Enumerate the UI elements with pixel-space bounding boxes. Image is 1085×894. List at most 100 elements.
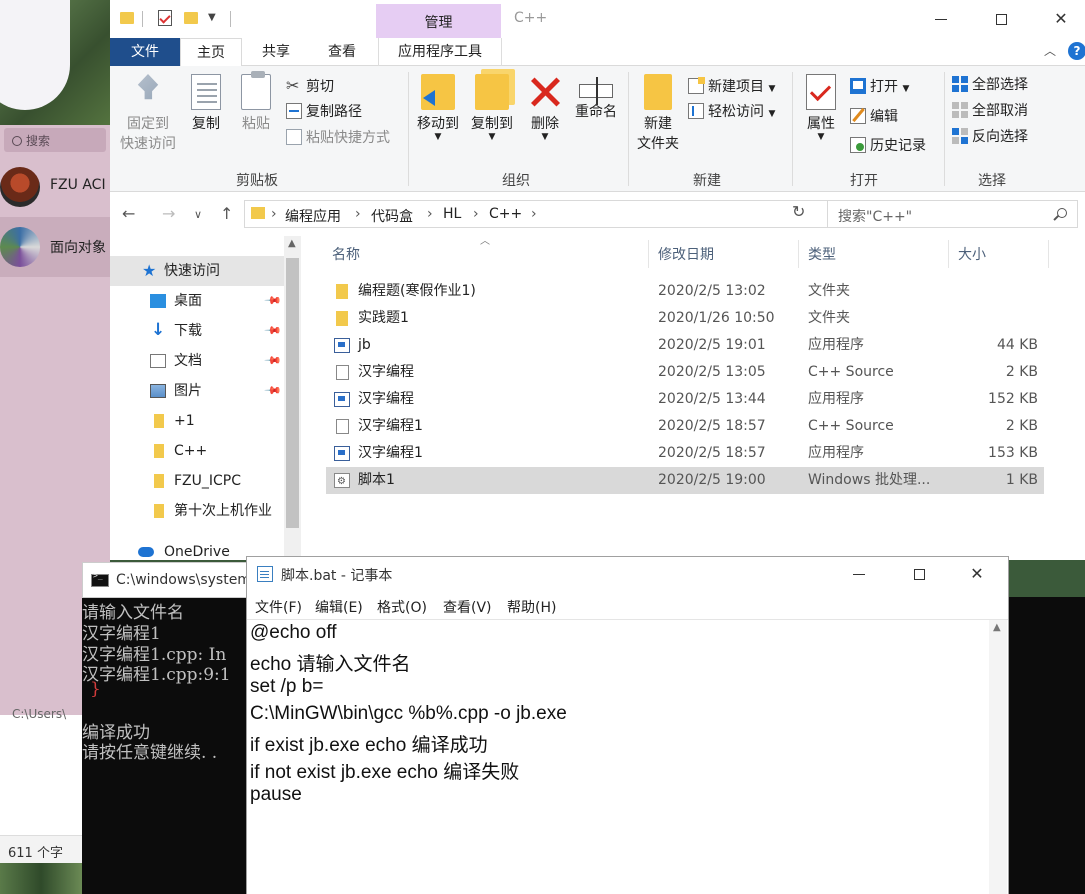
file-explorer-window: ▼ 管理 C++ ✕ 文件 主页 共享 查看 应用程序工具 ︿ ? 固定到 快速…: [110, 0, 1085, 560]
tab-share[interactable]: 共享: [250, 38, 302, 66]
tab-manage[interactable]: 管理: [376, 4, 501, 38]
tab-file[interactable]: 文件: [110, 38, 180, 66]
new-folder-icon[interactable]: [184, 12, 198, 24]
copy-path-button[interactable]: 复制路径: [286, 101, 362, 123]
quick-access-toolbar-dropdown[interactable]: ▼: [208, 12, 216, 30]
menu-view[interactable]: 查看(V): [443, 597, 492, 617]
nav-item-desktop[interactable]: 桌面 📌: [110, 286, 284, 316]
chat-contact[interactable]: 面向对象: [0, 217, 110, 277]
copy-button[interactable]: 复制: [186, 74, 226, 134]
up-button[interactable]: ↑: [220, 204, 233, 223]
easy-access-button[interactable]: 轻松访问 ▼: [688, 101, 775, 123]
pin-to-quick-access-button[interactable]: 固定到 快速访问: [116, 74, 180, 154]
menu-help[interactable]: 帮助(H): [507, 597, 556, 617]
edit-button[interactable]: 编辑: [850, 106, 898, 128]
delete-button[interactable]: 删除 ▼: [526, 74, 564, 142]
tab-home[interactable]: 主页: [180, 38, 242, 67]
menu-edit[interactable]: 编辑(E): [315, 597, 363, 617]
rename-button[interactable]: 重命名: [570, 74, 622, 122]
column-header-type[interactable]: 类型: [808, 242, 836, 268]
address-bar[interactable]: › 编程应用 › 代码盒 › HL › C++ › ∨: [244, 200, 919, 228]
recent-locations-button[interactable]: ∨: [194, 208, 202, 221]
tab-application-tools[interactable]: 应用程序工具: [378, 38, 502, 66]
minimize-button[interactable]: [839, 563, 879, 585]
maximize-button[interactable]: [899, 563, 939, 585]
cloud-icon: [138, 547, 154, 557]
copy-to-button[interactable]: 复制到 ▼: [466, 74, 518, 142]
breadcrumb-item[interactable]: 代码盒: [371, 206, 413, 226]
close-button[interactable]: ✕: [957, 563, 997, 585]
cpp-file-icon: [336, 419, 349, 434]
close-button[interactable]: ✕: [1038, 6, 1084, 32]
forward-button[interactable]: →: [162, 204, 175, 223]
text-line: set /p b=: [250, 676, 324, 697]
divider: [944, 72, 945, 186]
breadcrumb-item[interactable]: HL: [443, 206, 461, 222]
file-row[interactable]: 汉字编程 2020/2/5 13:44 应用程序 152 KB: [326, 386, 1044, 413]
scrollbar-thumb[interactable]: [286, 258, 299, 528]
history-button[interactable]: 历史记录: [850, 135, 926, 157]
cut-button[interactable]: 剪切: [286, 75, 334, 98]
paste-shortcut-button[interactable]: 粘贴快捷方式: [286, 127, 390, 149]
chevron-up-icon[interactable]: ▲: [288, 238, 296, 249]
navigation-scrollbar[interactable]: ▲: [284, 236, 301, 560]
close-icon: ✕: [1054, 9, 1068, 28]
open-button[interactable]: 打开 ▼: [850, 76, 909, 98]
maximize-button[interactable]: [978, 6, 1024, 32]
open-icon: [850, 78, 866, 94]
nav-item-pictures[interactable]: 图片 📌: [110, 376, 284, 406]
select-all-button[interactable]: 全部选择: [952, 74, 1028, 96]
file-row[interactable]: 汉字编程1 2020/2/5 18:57 应用程序 153 KB: [326, 440, 1044, 467]
copy-path-icon: [286, 103, 302, 119]
file-row[interactable]: 汉字编程1 2020/2/5 18:57 C++ Source 2 KB: [326, 413, 1044, 440]
tab-view[interactable]: 查看: [316, 38, 368, 66]
chevron-up-icon[interactable]: ︿: [1044, 42, 1056, 59]
column-header-name[interactable]: 名称: [332, 242, 360, 268]
paste-button[interactable]: 粘贴: [236, 71, 276, 134]
help-icon[interactable]: ?: [1068, 42, 1085, 60]
file-row[interactable]: 编程题(寒假作业1) 2020/2/5 13:02 文件夹: [326, 278, 1044, 305]
select-none-button[interactable]: 全部取消: [952, 100, 1028, 122]
batch-file-icon: [334, 468, 350, 495]
file-row[interactable]: jb 2020/2/5 19:01 应用程序 44 KB: [326, 332, 1044, 359]
search-icon: [12, 136, 22, 146]
file-row-selected[interactable]: 脚本1 2020/2/5 19:00 Windows 批处理... 1 KB: [326, 467, 1044, 495]
desktop-icon: [150, 294, 166, 308]
file-row[interactable]: 汉字编程 2020/2/5 13:05 C++ Source 2 KB: [326, 359, 1044, 386]
new-folder-button[interactable]: 新建 文件夹: [632, 74, 684, 154]
breadcrumb-separator-icon: ›: [355, 206, 361, 222]
properties-icon[interactable]: [158, 10, 172, 26]
paste-shortcut-icon: [286, 129, 302, 145]
nav-item-folder[interactable]: +1: [110, 406, 284, 436]
text-line: pause: [250, 784, 302, 805]
chevron-up-icon[interactable]: ▲: [993, 622, 1001, 633]
properties-button[interactable]: 属性 ▼: [798, 74, 844, 142]
nav-quick-access[interactable]: 快速访问: [110, 256, 284, 286]
nav-item-folder[interactable]: C++: [110, 436, 284, 466]
nav-item-documents[interactable]: 文档 📌: [110, 346, 284, 376]
chat-search-input[interactable]: 搜索: [4, 128, 106, 152]
column-header-date[interactable]: 修改日期: [658, 242, 714, 268]
file-row[interactable]: 实践题1 2020/1/26 10:50 文件夹: [326, 305, 1044, 332]
column-header-size[interactable]: 大小: [958, 242, 986, 268]
refresh-button[interactable]: ↻: [792, 202, 805, 221]
chat-contact[interactable]: FZU ACI: [0, 157, 110, 217]
back-button[interactable]: ←: [122, 204, 135, 223]
breadcrumb-item[interactable]: C++: [489, 206, 522, 222]
invert-selection-button[interactable]: 反向选择: [952, 126, 1028, 148]
breadcrumb-separator-icon: ›: [531, 206, 537, 222]
minimize-button[interactable]: [918, 6, 964, 32]
menu-format[interactable]: 格式(O): [377, 597, 427, 617]
nav-item-folder[interactable]: 第十次上机作业: [110, 496, 284, 526]
search-input[interactable]: 搜索"C++": [827, 200, 1078, 228]
text-editor-area[interactable]: @echo off echo 请输入文件名 set /p b= C:\MinGW…: [247, 619, 1008, 894]
nav-item-folder[interactable]: FZU_ICPC: [110, 466, 284, 496]
menu-file[interactable]: 文件(F): [255, 597, 302, 617]
group-label-organize: 组织: [502, 173, 530, 189]
nav-item-downloads[interactable]: 下载 📌: [110, 315, 284, 346]
move-to-button[interactable]: 移动到 ▼: [412, 74, 464, 142]
vertical-scrollbar[interactable]: ▲: [989, 620, 1007, 894]
breadcrumb-item[interactable]: 编程应用: [285, 206, 341, 226]
new-item-button[interactable]: 新建项目 ▼: [688, 76, 775, 98]
group-label-new: 新建: [693, 173, 721, 189]
